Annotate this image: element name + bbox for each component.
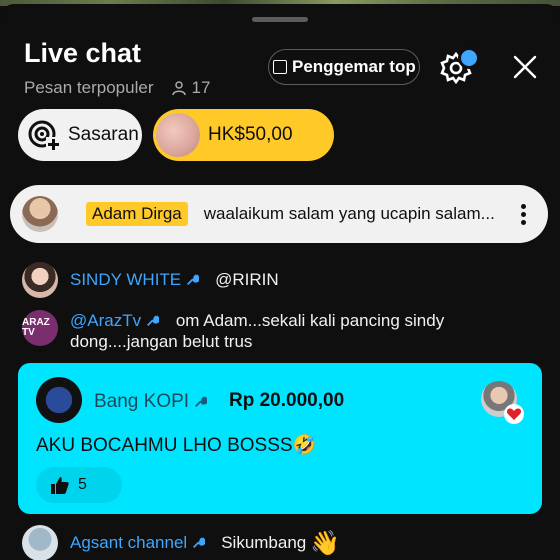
avatar xyxy=(22,262,58,298)
goal-chip[interactable]: Sasaran xyxy=(18,109,142,161)
super-chat-card[interactable]: Bang KOPI Rp 20.000,00 AKU BOCAHMU LHO B… xyxy=(18,363,542,514)
chat-mode-label: Pesan terpopuler xyxy=(24,78,154,97)
wrench-icon xyxy=(147,314,160,326)
message-text: Sikumbang xyxy=(221,533,307,552)
super-chat-author[interactable]: Bang KOPI xyxy=(94,391,208,413)
super-chat-ticker-chip[interactable]: HK$50,00 xyxy=(153,109,334,161)
thumbs-up-icon xyxy=(51,477,69,494)
author-name: @ArazTv xyxy=(70,311,142,330)
avatar xyxy=(156,113,200,157)
top-fans-button[interactable]: Penggemar top xyxy=(268,49,420,85)
author-name: Bang KOPI xyxy=(94,391,190,412)
like-button[interactable]: 5 xyxy=(36,467,122,503)
heart-icon xyxy=(504,404,524,424)
author-name: SINDY WHITE xyxy=(70,270,182,289)
notification-dot xyxy=(458,47,480,69)
person-icon xyxy=(172,81,187,96)
target-add-icon xyxy=(28,120,61,152)
list-item[interactable]: Agsant channel Sikumbang 👋 xyxy=(22,525,340,560)
list-item[interactable]: ARAZ TV @ArazTv om Adam...sekali kali pa… xyxy=(22,310,542,352)
drag-handle[interactable] xyxy=(252,17,308,22)
fan-icon xyxy=(273,60,287,74)
message-author[interactable]: @ArazTv xyxy=(70,310,160,331)
message-text: @RIRIN xyxy=(215,270,279,289)
avatar: ARAZ TV xyxy=(22,310,58,346)
super-chat-message: AKU BOCAHMU LHO BOSSS🤣 xyxy=(36,435,317,456)
top-fans-label: Penggemar top xyxy=(292,57,416,76)
close-icon[interactable] xyxy=(510,52,540,82)
pinned-message-text: waalaikum salam yang ucapin salam... xyxy=(203,204,495,223)
more-options-icon[interactable] xyxy=(521,203,526,225)
author-name: Agsant channel xyxy=(70,533,188,552)
avatar xyxy=(22,525,58,560)
page-title: Live chat xyxy=(24,38,142,68)
like-count: 5 xyxy=(78,476,87,493)
message-author[interactable]: Agsant channel xyxy=(70,533,206,553)
message-author[interactable]: SINDY WHITE xyxy=(70,270,200,290)
viewer-count: 17 xyxy=(171,78,210,98)
super-chat-ticker-amount: HK$50,00 xyxy=(208,124,293,145)
list-item[interactable]: SINDY WHITE @RIRIN xyxy=(22,262,279,298)
goal-chip-label: Sasaran xyxy=(68,124,139,145)
avatar xyxy=(22,196,58,232)
avatar xyxy=(36,377,82,423)
waving-hand-icon: 👋 xyxy=(310,529,341,557)
super-chat-amount: Rp 20.000,00 xyxy=(229,390,345,411)
wrench-icon xyxy=(195,396,208,407)
pinned-author: Adam Dirga xyxy=(86,202,188,226)
wrench-icon xyxy=(193,537,206,548)
wrench-icon xyxy=(187,274,200,285)
chat-mode-subtitle[interactable]: Pesan terpopuler 17 xyxy=(24,78,210,98)
viewer-count-value: 17 xyxy=(191,78,211,97)
pinned-message[interactable]: Adam Dirga waalaikum salam yang ucapin s… xyxy=(10,185,548,243)
